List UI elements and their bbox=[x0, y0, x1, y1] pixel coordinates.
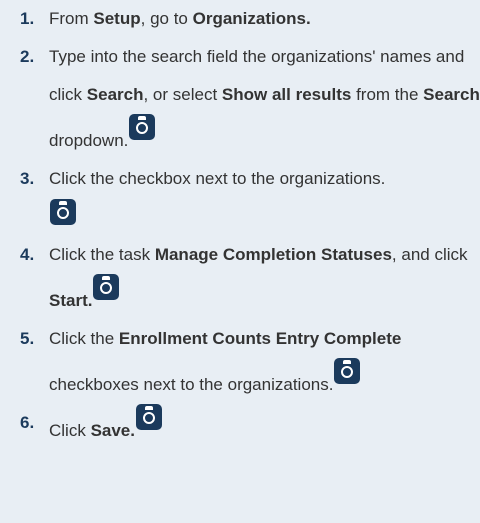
step-text: Click the task bbox=[49, 245, 155, 264]
camera-icon[interactable] bbox=[136, 404, 162, 430]
step-number: 6. bbox=[20, 413, 35, 432]
show-all-results-label: Show all results bbox=[221, 85, 352, 104]
setup-label: Setup bbox=[93, 9, 141, 28]
start-label: Start. bbox=[49, 291, 93, 310]
step-text: , and click bbox=[391, 245, 468, 264]
step-number: 3. bbox=[20, 169, 35, 188]
search-dropdown-label: Search bbox=[423, 85, 480, 104]
step-4: 4. Click the task Manage Completion Stat… bbox=[0, 236, 480, 320]
step-text: Click the bbox=[49, 329, 119, 348]
step-text: checkboxes next to the organizations. bbox=[49, 375, 334, 394]
step-text: Click bbox=[49, 421, 91, 440]
step-6: 6. Click Save. bbox=[0, 404, 480, 450]
search-label: Search bbox=[86, 85, 144, 104]
step-3: 3. Click the checkbox next to the organi… bbox=[0, 160, 480, 236]
instruction-steps: 1. From Setup, go to Organizations. 2. T… bbox=[0, 0, 480, 450]
step-number: 5. bbox=[20, 329, 35, 348]
step-number: 2. bbox=[20, 47, 35, 66]
step-text: , go to bbox=[140, 9, 193, 28]
step-text: Click the checkbox next to the organizat… bbox=[49, 169, 386, 188]
camera-icon[interactable] bbox=[50, 199, 76, 225]
step-1: 1. From Setup, go to Organizations. bbox=[0, 0, 480, 38]
manage-completion-statuses-label: Manage Completion Statuses bbox=[154, 245, 392, 264]
enrollment-counts-entry-complete-label: Enrollment Counts Entry Complete bbox=[118, 329, 402, 348]
camera-icon[interactable] bbox=[334, 358, 361, 384]
step-5: 5. Click the Enrollment Counts Entry Com… bbox=[0, 320, 480, 404]
step-text: , or select bbox=[143, 85, 222, 104]
step-text: from the bbox=[351, 85, 424, 104]
step-text: From bbox=[49, 9, 94, 28]
organizations-label: Organizations. bbox=[192, 9, 311, 28]
camera-icon[interactable] bbox=[129, 114, 156, 140]
save-label: Save. bbox=[90, 421, 135, 440]
camera-icon[interactable] bbox=[93, 274, 120, 300]
step-2: 2. Type into the search field the organi… bbox=[0, 38, 480, 160]
step-number: 1. bbox=[20, 9, 35, 28]
step-text: dropdown. bbox=[49, 131, 129, 150]
step-number: 4. bbox=[20, 245, 35, 264]
